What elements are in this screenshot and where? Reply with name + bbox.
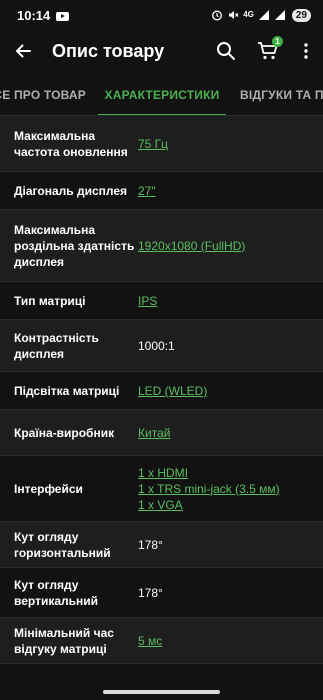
tab-reviews[interactable]: ВІДГУКИ ТА П	[234, 74, 323, 115]
spec-value-link[interactable]: 1 x HDMI	[138, 465, 311, 481]
specs-table: Максимальна частота оновлення 75 Гц Діагон…	[0, 116, 323, 664]
spec-value: 1000:1	[138, 338, 175, 353]
spec-label: Максимальна частота оновлення	[14, 128, 128, 159]
spec-value-link[interactable]: IPS	[138, 293, 311, 309]
spec-row: Контрастність дисплея 1000:1	[0, 320, 323, 372]
spec-row: Підсвітка матриці LED (WLED)	[0, 372, 323, 410]
spec-label: Максимальна роздільна здатність дисплея	[14, 222, 135, 269]
alarm-icon	[212, 10, 223, 21]
youtube-notification-icon	[56, 11, 70, 21]
more-options-button[interactable]	[289, 30, 323, 72]
spec-label: Контрастність дисплея	[14, 330, 99, 361]
spec-row: Інтерфейси 1 x HDMI 1 x TRS mini-jack (3.5…	[0, 456, 323, 522]
signal-icon-2	[274, 10, 285, 20]
spec-value: 178°	[138, 537, 163, 552]
spec-value-link[interactable]: LED (WLED)	[138, 383, 311, 399]
spec-value: 75 Гц	[138, 136, 311, 152]
more-vert-icon	[304, 43, 308, 59]
status-icons: 4G 29	[211, 8, 311, 22]
network-type: 4G	[243, 10, 254, 19]
spec-row: Мінімальний час відгуку матриці 5 мс	[0, 618, 323, 664]
spec-value-link[interactable]: 5 мс	[138, 633, 311, 649]
spec-row: Діагональ дисплея 27"	[0, 172, 323, 210]
cart-count-badge: 1	[272, 36, 283, 47]
spec-value: 5 мс	[138, 633, 311, 649]
spec-row: Країна-виробник Китай	[0, 410, 323, 456]
tab-about[interactable]: СЕ ПРО ТОВАР	[0, 74, 90, 115]
spec-value: 1 x HDMI 1 x TRS mini-jack (3.5 мм) 1 x VG…	[138, 465, 311, 513]
spec-label: Підсвітка матриці	[14, 383, 120, 398]
spec-value-link[interactable]: 27"	[138, 183, 311, 199]
spec-row: Максимальна частота оновлення 75 Гц	[0, 116, 323, 172]
search-icon	[217, 42, 235, 60]
status-bar: 10:14 4G 29	[0, 0, 323, 30]
signal-icon	[258, 10, 269, 20]
spec-row: Кут огляду вертикальний 178°	[0, 568, 323, 618]
spec-label: Кут огляду горизонтальний	[14, 529, 111, 560]
spec-value: Китай	[138, 425, 311, 441]
tab-characteristics[interactable]: ХАРАКТЕРИСТИКИ	[90, 74, 234, 115]
spec-value: 178°	[138, 585, 163, 600]
cart-button[interactable]: 1	[247, 30, 289, 72]
spec-row: Максимальна роздільна здатність дисплея 1…	[0, 210, 323, 282]
spec-row: Тип матриці IPS	[0, 282, 323, 320]
spec-row: Кут огляду горизонтальний 178°	[0, 522, 323, 568]
spec-value-link[interactable]: 75 Гц	[138, 136, 311, 152]
page-title: Опис товару	[52, 40, 165, 61]
spec-label: Тип матриці	[14, 293, 86, 308]
search-button[interactable]	[205, 30, 247, 72]
spec-value-link[interactable]: 1 x TRS mini-jack (3.5 мм)	[138, 481, 311, 497]
spec-value: IPS	[138, 293, 311, 309]
spec-label: Мінімальний час відгуку матриці	[14, 625, 114, 656]
spec-label: Інтерфейси	[14, 481, 83, 496]
spec-label: Діагональ дисплея	[14, 183, 128, 198]
battery-indicator: 29	[291, 8, 311, 22]
spec-value-link[interactable]: 1920x1080 (FullHD)	[138, 238, 311, 254]
back-button[interactable]	[2, 30, 44, 72]
spec-value-link[interactable]: 1 x VGA	[138, 497, 311, 513]
spec-value: LED (WLED)	[138, 383, 311, 399]
spec-value-link[interactable]: Китай	[138, 425, 311, 441]
spec-value: 1920x1080 (FullHD)	[138, 238, 311, 254]
arrow-back-icon	[16, 44, 31, 58]
mute-icon	[229, 11, 239, 19]
spec-value: 27"	[138, 183, 311, 199]
home-indicator	[103, 690, 220, 694]
status-time: 10:14	[17, 7, 51, 23]
tab-bar: СЕ ПРО ТОВАР ХАРАКТЕРИСТИКИ ВІДГУКИ ТА П	[0, 74, 323, 116]
spec-label: Кут огляду вертикальний	[14, 577, 98, 608]
spec-label: Країна-виробник	[14, 425, 115, 440]
app-bar: Опис товару 1	[0, 30, 323, 72]
